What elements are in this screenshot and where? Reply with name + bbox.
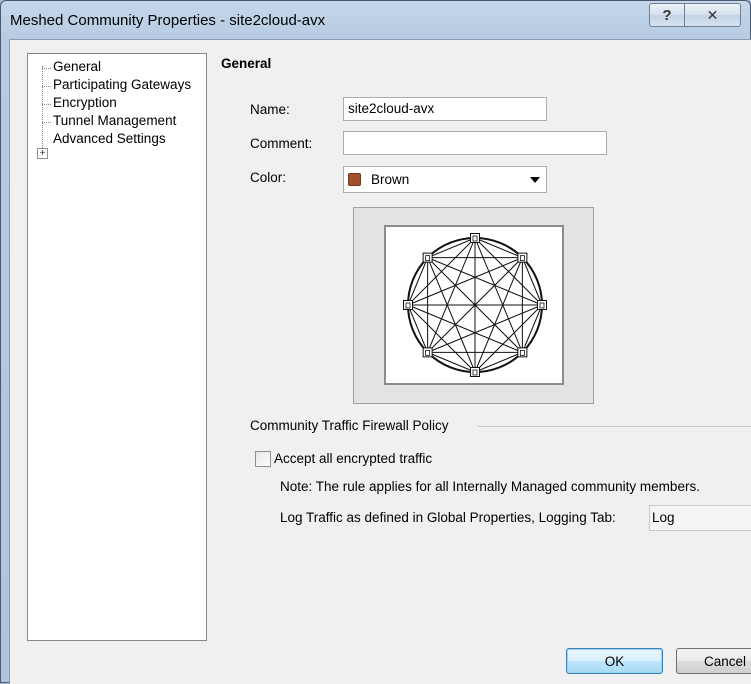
expand-plus-icon[interactable]: +	[37, 148, 48, 159]
accept-encrypted-label[interactable]: Accept all encrypted traffic	[274, 451, 432, 466]
name-label: Name:	[250, 102, 290, 117]
chevron-down-icon	[530, 177, 540, 183]
tree-connector	[42, 68, 51, 69]
tree-item-tunnel-management[interactable]: Tunnel Management	[53, 113, 176, 128]
title-bar[interactable]: Meshed Community Properties - site2cloud…	[1, 1, 750, 39]
comment-label: Comment:	[250, 136, 313, 151]
cancel-button[interactable]: Cancel	[676, 648, 751, 674]
policy-group-label: Community Traffic Firewall Policy	[250, 418, 449, 433]
dialog-client-area: General Participating Gateways Encryptio…	[9, 39, 751, 684]
category-tree[interactable]: General Participating Gateways Encryptio…	[27, 53, 207, 641]
comment-field[interactable]	[343, 131, 607, 155]
log-traffic-field[interactable]: Log	[649, 505, 751, 531]
tree-item-advanced-settings[interactable]: Advanced Settings	[53, 131, 166, 146]
help-icon: ?	[662, 6, 672, 24]
tree-item-participating-gateways[interactable]: Participating Gateways	[53, 77, 191, 92]
group-divider	[478, 426, 751, 427]
tree-connector	[42, 122, 51, 123]
properties-window: Meshed Community Properties - site2cloud…	[0, 0, 751, 684]
rule-note: Note: The rule applies for all Internall…	[280, 479, 700, 494]
color-value: Brown	[371, 172, 410, 187]
meshed-topology-icon	[403, 233, 547, 377]
tree-item-encryption[interactable]: Encryption	[53, 95, 117, 110]
color-select[interactable]: Brown	[343, 166, 547, 193]
topology-preview-canvas	[384, 225, 564, 385]
window-title: Meshed Community Properties - site2cloud…	[10, 12, 326, 29]
close-button[interactable]: ✕	[685, 3, 741, 27]
name-field[interactable]: site2cloud-avx	[343, 97, 547, 121]
tree-connector	[42, 66, 43, 154]
section-title: General	[221, 56, 272, 71]
log-traffic-label: Log Traffic as defined in Global Propert…	[280, 510, 616, 525]
topology-preview	[353, 207, 594, 404]
ok-button[interactable]: OK	[566, 648, 663, 674]
close-icon: ✕	[706, 6, 719, 23]
color-label: Color:	[250, 170, 287, 185]
color-swatch	[348, 173, 361, 186]
tree-connector	[42, 104, 51, 105]
tree-item-general[interactable]: General	[53, 59, 101, 74]
accept-encrypted-checkbox[interactable]	[255, 451, 271, 467]
tree-connector	[42, 86, 51, 87]
help-button[interactable]: ?	[649, 3, 685, 27]
